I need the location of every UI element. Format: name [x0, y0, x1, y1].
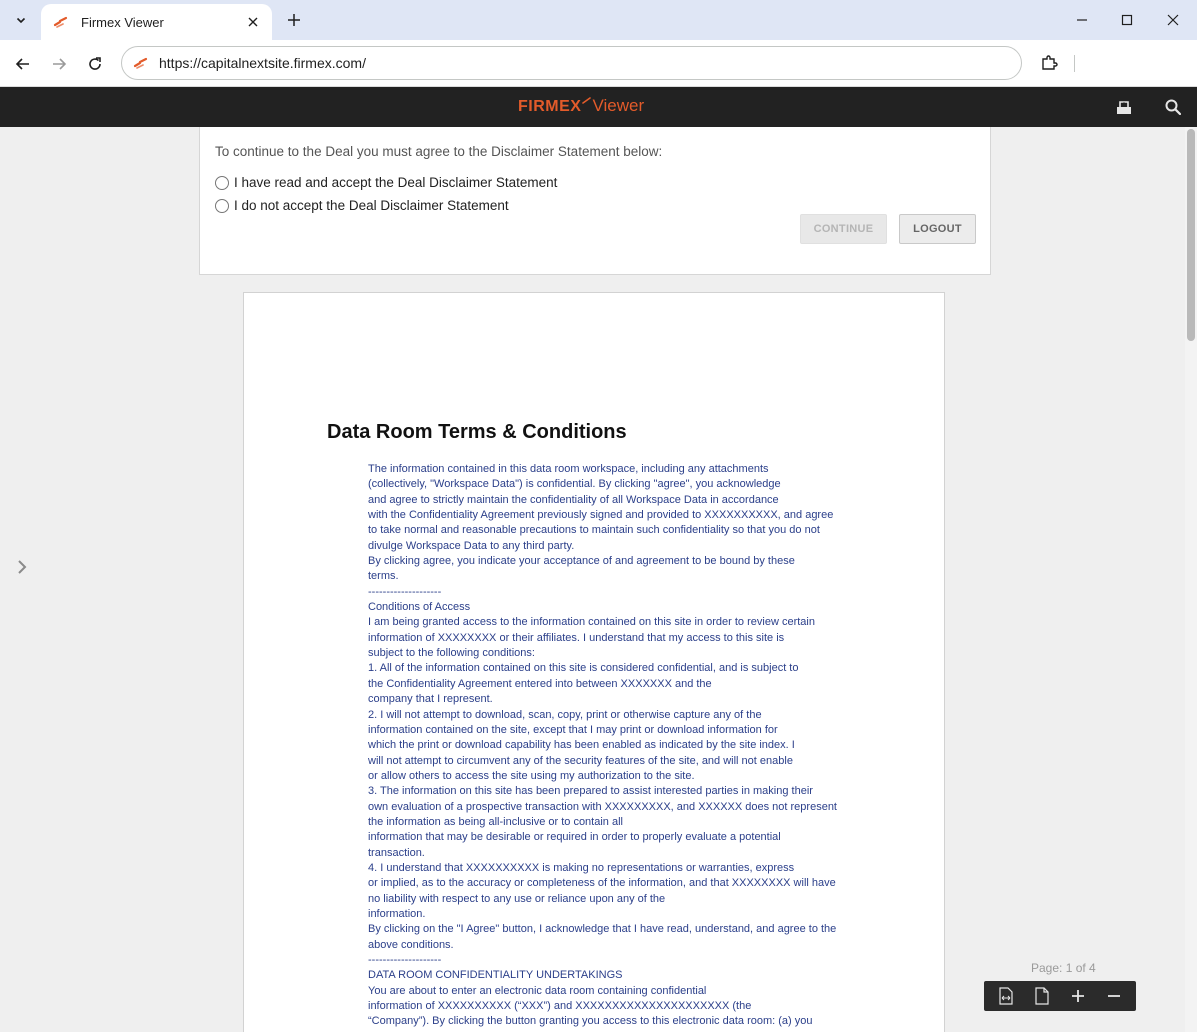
browser-tab-strip: Firmex Viewer [0, 0, 1197, 40]
scrollbar-thumb[interactable] [1187, 129, 1195, 341]
document-text-line: (collectively, "Workspace Data") is conf… [368, 478, 781, 491]
decline-radio[interactable] [215, 198, 229, 213]
vertical-scrollbar[interactable] [1185, 127, 1197, 1032]
address-bar[interactable]: https://capitalnextsite.firmex.com/ [121, 46, 1022, 80]
brand-swoosh-icon [582, 94, 592, 108]
fit-width-icon[interactable] [994, 984, 1018, 1008]
document-text-line: information contained on the site, excep… [368, 723, 778, 736]
back-arrow-icon[interactable] [10, 51, 36, 77]
document-text-line: and agree to strictly maintain the confi… [368, 493, 779, 506]
document-text-line: By clicking on the "I Agree" button, I a… [368, 923, 837, 936]
logout-button[interactable]: LOGOUT [899, 214, 976, 244]
document-text-line: -------------------- [368, 954, 442, 966]
app-header: FIRMEX Viewer [0, 87, 1197, 127]
document-text-line: which the print or download capability h… [368, 739, 795, 752]
tab-title: Firmex Viewer [81, 14, 164, 30]
disclaimer-panel: To continue to the Deal you must agree t… [199, 127, 991, 275]
expand-sidebar-chevron-icon[interactable] [12, 557, 32, 577]
document-text-line: will not attempt to circumvent any of th… [368, 754, 793, 767]
document-text-line: 1. All of the information contained on t… [368, 662, 799, 675]
zoom-out-minus-icon[interactable] [1102, 984, 1126, 1008]
document-text-line: information of XXXXXXXX or their affilia… [368, 631, 785, 644]
document-text-line: By clicking agree, you indicate your acc… [368, 555, 795, 568]
document-text-line: no liability with respect to any use or … [368, 892, 666, 905]
extensions-puzzle-icon[interactable] [1037, 51, 1061, 75]
url-text: https://capitalnextsite.firmex.com/ [159, 55, 366, 71]
tab-close-icon[interactable] [244, 13, 262, 31]
decline-option[interactable]: I do not accept the Deal Disclaimer Stat… [215, 198, 509, 213]
maximize-icon[interactable] [1113, 8, 1141, 32]
disclaimer-prompt: To continue to the Deal you must agree t… [215, 144, 663, 159]
document-text-line: 4. I understand that XXXXXXXXXX is makin… [368, 861, 795, 874]
document-text-line: subject to the following conditions: [368, 647, 535, 660]
page-controls [984, 981, 1136, 1011]
document-text-line: the Confidentiality Agreement entered in… [368, 677, 712, 690]
document-title: Data Room Terms & Conditions [327, 421, 627, 443]
document-text-line: I am being granted access to the informa… [368, 616, 815, 629]
accept-label[interactable]: I have read and accept the Deal Disclaim… [234, 175, 557, 190]
document-text-line: above conditions. [368, 938, 454, 951]
document-text-line: information of XXXXXXXXXX (“XXX”) and XX… [368, 1000, 752, 1013]
brand-firmex-text: FIRMEX [518, 98, 582, 115]
document-text-line: 2. I will not attempt to download, scan,… [368, 708, 762, 721]
document-text-line: the information as being all-inclusive o… [368, 815, 623, 828]
document-text-line: terms. [368, 570, 399, 583]
close-window-icon[interactable] [1159, 8, 1187, 32]
firmex-favicon-icon [53, 16, 68, 28]
page-indicator: Page: 1 of 4 [1031, 961, 1096, 975]
document-text-line: own evaluation of a prospective transact… [368, 800, 837, 813]
document-page: Data Room Terms & Conditions The informa… [243, 292, 945, 1032]
search-icon[interactable] [1163, 97, 1183, 117]
document-text-line: Conditions of Access [368, 601, 471, 614]
toolbar-divider [1074, 55, 1075, 72]
document-text-line: -------------------- [368, 585, 442, 598]
document-text-line: DATA ROOM CONFIDENTIALITY UNDERTAKINGS [368, 969, 623, 982]
bookmark-stamp-icon[interactable] [1114, 97, 1134, 117]
document-text-line: or allow others to access the site using… [368, 769, 695, 782]
brand-viewer-text: Viewer [592, 96, 645, 115]
document-text-line: divulge Workspace Data to any third part… [368, 539, 575, 552]
accept-option[interactable]: I have read and accept the Deal Disclaim… [215, 175, 557, 190]
continue-button[interactable]: CONTINUE [800, 214, 887, 244]
document-text-line: or implied, as to the accuracy or comple… [368, 877, 836, 890]
site-info-icon[interactable] [132, 54, 150, 72]
document-body: The information contained in this data r… [368, 462, 868, 1030]
document-text-line: with the Confidentiality Agreement previ… [368, 509, 834, 522]
document-text-line: transaction. [368, 846, 425, 859]
document-text-line: to take normal and reasonable precaution… [368, 524, 820, 537]
browser-tab[interactable]: Firmex Viewer [41, 4, 272, 40]
fit-page-icon[interactable] [1030, 984, 1054, 1008]
document-text-line: information that may be desirable or req… [368, 831, 781, 844]
document-viewer: To continue to the Deal you must agree t… [0, 127, 1197, 1032]
reload-icon[interactable] [82, 51, 108, 77]
forward-arrow-icon[interactable] [46, 51, 72, 77]
new-tab-plus-icon[interactable] [282, 8, 306, 32]
document-text-line: You are about to enter an electronic dat… [368, 984, 707, 997]
document-text-line: 3. The information on this site has been… [368, 785, 813, 798]
accept-radio[interactable] [215, 175, 229, 190]
document-text-line: information. [368, 907, 426, 920]
decline-label[interactable]: I do not accept the Deal Disclaimer Stat… [234, 198, 509, 213]
browser-toolbar: https://capitalnextsite.firmex.com/ [0, 40, 1197, 87]
tab-search-chevron-icon[interactable] [8, 8, 34, 32]
minimize-icon[interactable] [1068, 8, 1096, 32]
document-text-line: “Company”). By clicking the button grant… [368, 1015, 813, 1028]
document-text-line: The information contained in this data r… [368, 463, 769, 475]
document-text-line: company that I represent. [368, 693, 493, 706]
zoom-in-plus-icon[interactable] [1066, 984, 1090, 1008]
firmex-viewer-logo: FIRMEX Viewer [518, 96, 644, 116]
